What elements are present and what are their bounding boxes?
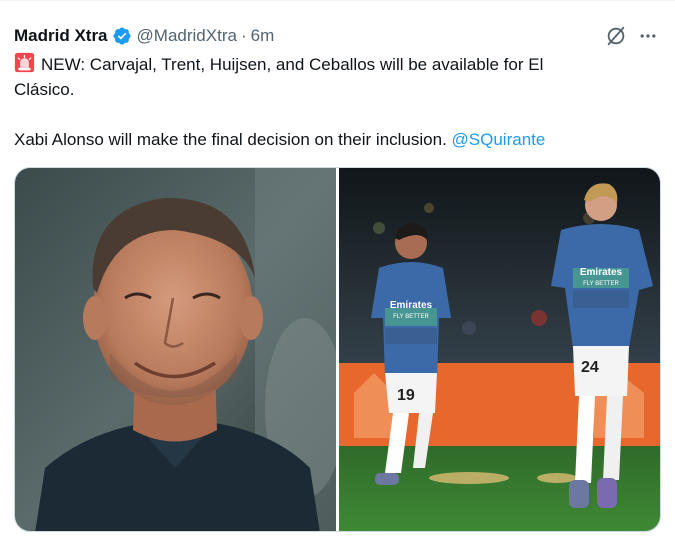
shirt-slogan-right: FLY BETTER (583, 281, 619, 287)
tweet-header: Madrid Xtra @MadridXtra · 6m (14, 24, 274, 48)
tweet-text-line3-wrap: Xabi Alonso will make the final decision… (14, 127, 654, 152)
shorts-number-left: 19 (397, 387, 415, 404)
tweet-text-line2: Clásico. (14, 80, 75, 99)
mention-link[interactable]: @SQuirante (452, 130, 546, 149)
verified-badge-icon[interactable] (112, 26, 132, 46)
shirt-brand-right: Emirates (580, 267, 623, 278)
tweet-text-line1-content: NEW: Carvajal, Trent, Huijsen, and Cebal… (41, 55, 544, 74)
tweet-text: NEW: Carvajal, Trent, Huijsen, and Cebal… (14, 52, 654, 152)
author-name[interactable]: Madrid Xtra (14, 26, 108, 46)
author-handle[interactable]: @MadridXtra (137, 26, 237, 46)
timestamp[interactable]: 6m (251, 26, 275, 46)
siren-icon (14, 52, 35, 73)
tweet-text-line3: Xabi Alonso will make the final decision… (14, 130, 447, 149)
photo-portrait[interactable] (15, 168, 336, 531)
shirt-brand-left: Emirates (390, 300, 433, 311)
shorts-number-right: 24 (581, 359, 599, 376)
media-grid: Emirates FLY BETTER 19 Emirates FLY BETT… (14, 167, 661, 532)
grok-icon[interactable] (604, 24, 628, 48)
photo-players[interactable]: Emirates FLY BETTER 19 Emirates FLY BETT… (339, 168, 660, 531)
top-divider (0, 0, 675, 1)
tweet-text-line1: NEW: Carvajal, Trent, Huijsen, and Cebal… (14, 52, 654, 77)
shirt-slogan-left: FLY BETTER (393, 314, 429, 320)
tweet-text-blank (14, 102, 654, 127)
separator-dot: · (240, 26, 247, 45)
more-icon[interactable] (636, 24, 660, 48)
